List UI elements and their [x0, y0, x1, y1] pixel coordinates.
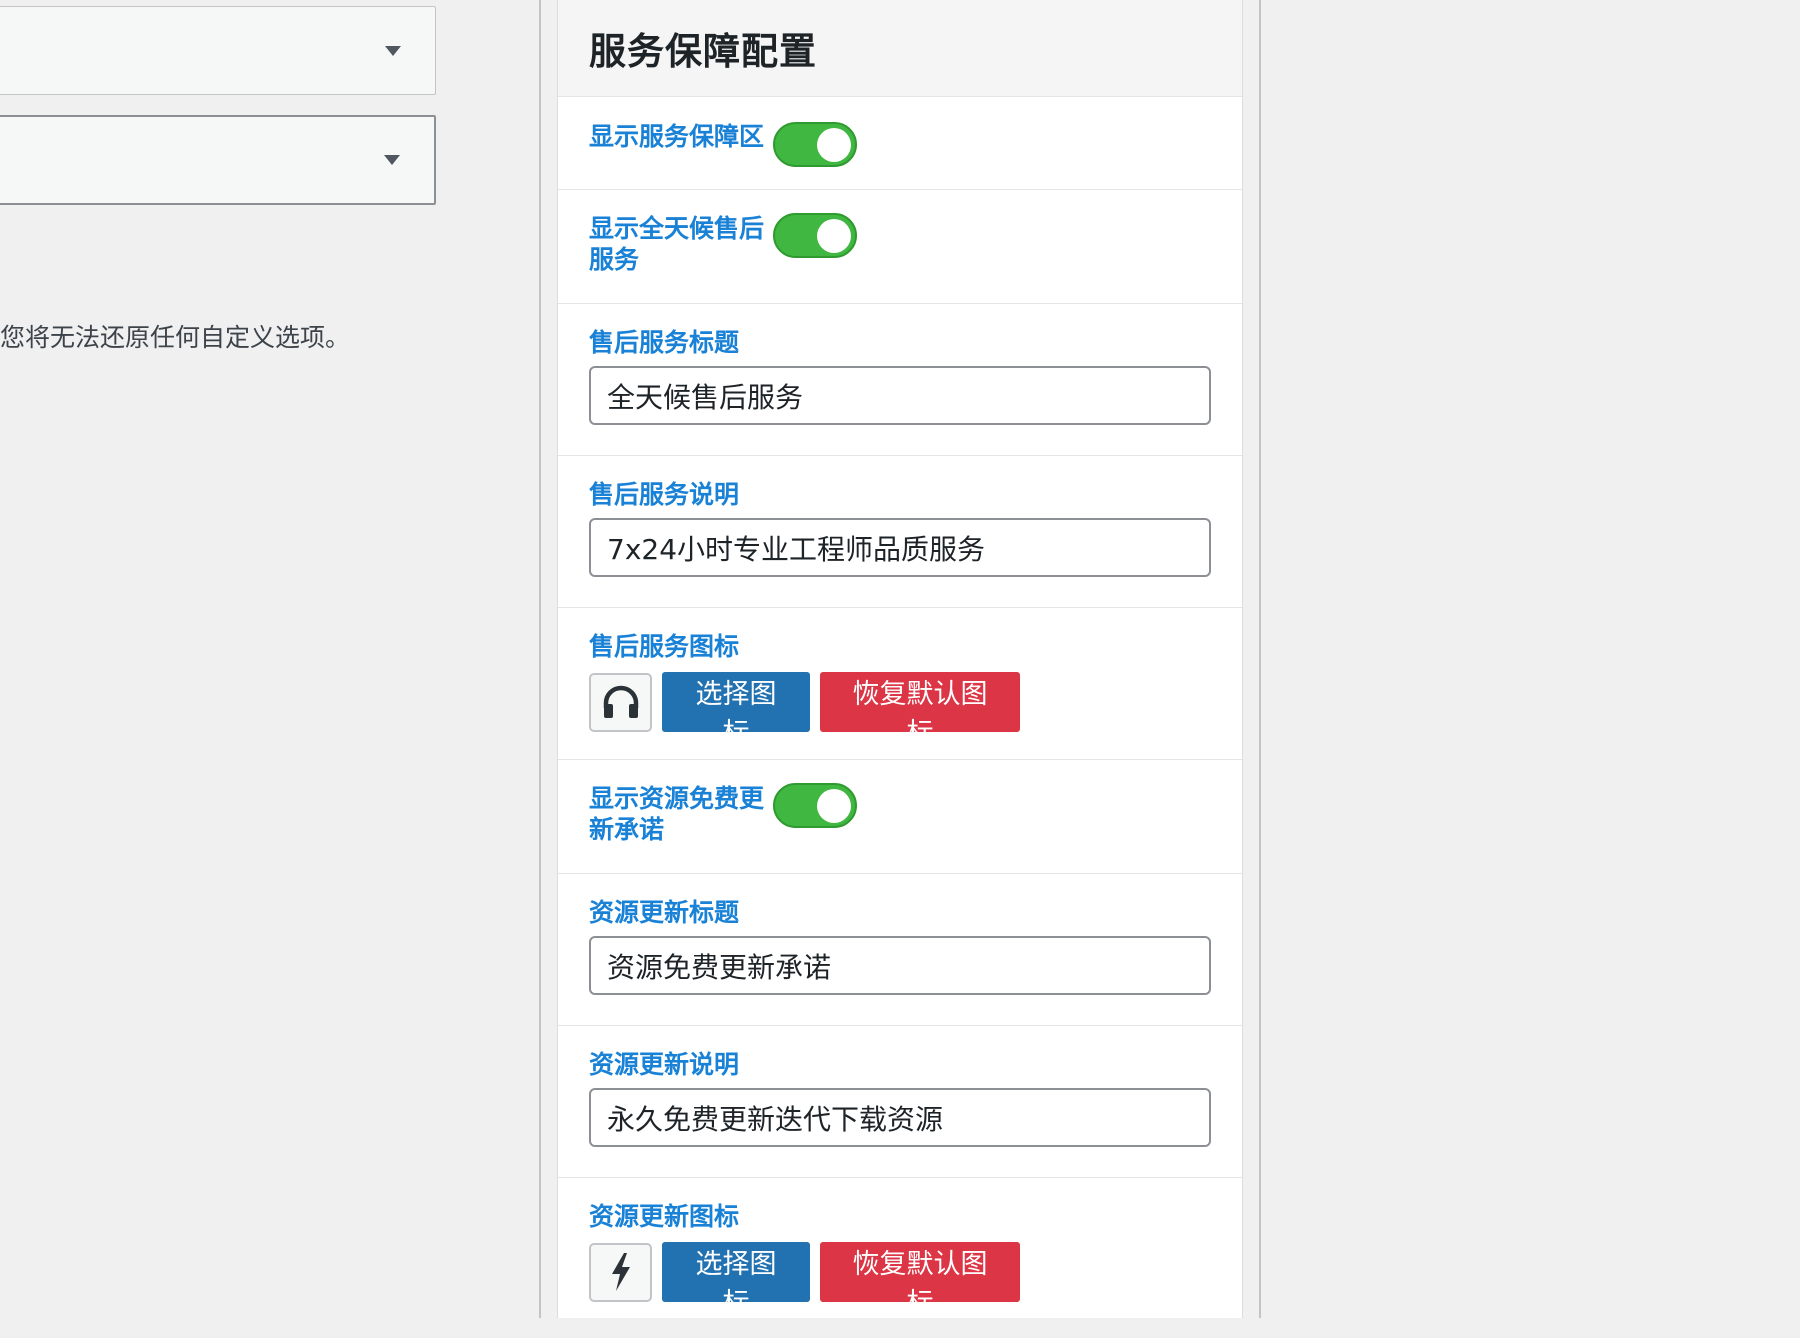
toggle-knob [817, 219, 851, 253]
show-service-area-label: 显示服务保障区 [589, 122, 765, 151]
show-free-update-toggle[interactable] [773, 783, 857, 828]
update-icon-controls: 选择图标 恢复默认图标 [589, 1242, 1211, 1319]
row-show-24h-service: 显示全天候售后服务 [558, 190, 1242, 304]
lightning-icon [611, 1253, 630, 1291]
update-icon-label: 资源更新图标 [589, 1202, 740, 1231]
row-aftersale-icon: 售后服务图标 选择图标 恢复默认图标 [558, 608, 1242, 760]
update-title-label: 资源更新标题 [589, 898, 740, 927]
update-title-input[interactable] [589, 936, 1211, 995]
aftersale-choose-icon-button[interactable]: 选择图标 [662, 672, 810, 749]
reset-warning-text: 您将无法还原任何自定义选项。 [0, 323, 351, 352]
show-24h-service-label: 显示全天候售后服务 [589, 214, 765, 274]
aftersale-title-input[interactable] [589, 366, 1211, 425]
aftersale-icon-controls: 选择图标 恢复默认图标 [589, 672, 1211, 749]
chevron-down-icon [384, 155, 400, 165]
show-service-area-toggle[interactable] [773, 122, 857, 167]
service-guarantee-panel: 服务保障配置 显示服务保障区 显示全天候售后服务 售后服务标题 售后服务说明 售… [557, 0, 1243, 1319]
row-aftersale-desc: 售后服务说明 [558, 456, 1242, 608]
row-show-free-update: 显示资源免费更新承诺 [558, 760, 1242, 874]
row-update-icon: 资源更新图标 选择图标 恢复默认图标 [558, 1178, 1242, 1338]
update-icon-preview [589, 1242, 652, 1302]
headphones-icon [603, 685, 638, 718]
toggle-knob [817, 789, 851, 823]
left-select-2[interactable] [0, 115, 436, 205]
aftersale-desc-label: 售后服务说明 [589, 480, 740, 509]
aftersale-desc-input[interactable] [589, 518, 1211, 577]
panel-title: 服务保障配置 [589, 29, 817, 73]
row-update-title: 资源更新标题 [558, 874, 1242, 1026]
show-24h-service-toggle[interactable] [773, 213, 857, 258]
toggle-knob [817, 128, 851, 162]
update-desc-label: 资源更新说明 [589, 1050, 740, 1079]
row-show-service-area: 显示服务保障区 [558, 97, 1242, 190]
left-select-1[interactable] [0, 6, 436, 95]
aftersale-restore-icon-button[interactable]: 恢复默认图标 [820, 672, 1020, 749]
aftersale-icon-preview [589, 672, 652, 732]
row-aftersale-title: 售后服务标题 [558, 304, 1242, 456]
update-desc-input[interactable] [589, 1088, 1211, 1147]
update-restore-icon-button[interactable]: 恢复默认图标 [820, 1242, 1020, 1319]
update-choose-icon-button[interactable]: 选择图标 [662, 1242, 810, 1319]
panel-header: 服务保障配置 [558, 0, 1242, 97]
chevron-down-icon [385, 45, 401, 56]
row-update-desc: 资源更新说明 [558, 1026, 1242, 1178]
aftersale-icon-label: 售后服务图标 [589, 632, 740, 661]
aftersale-title-label: 售后服务标题 [589, 328, 740, 357]
show-free-update-label: 显示资源免费更新承诺 [589, 784, 765, 844]
